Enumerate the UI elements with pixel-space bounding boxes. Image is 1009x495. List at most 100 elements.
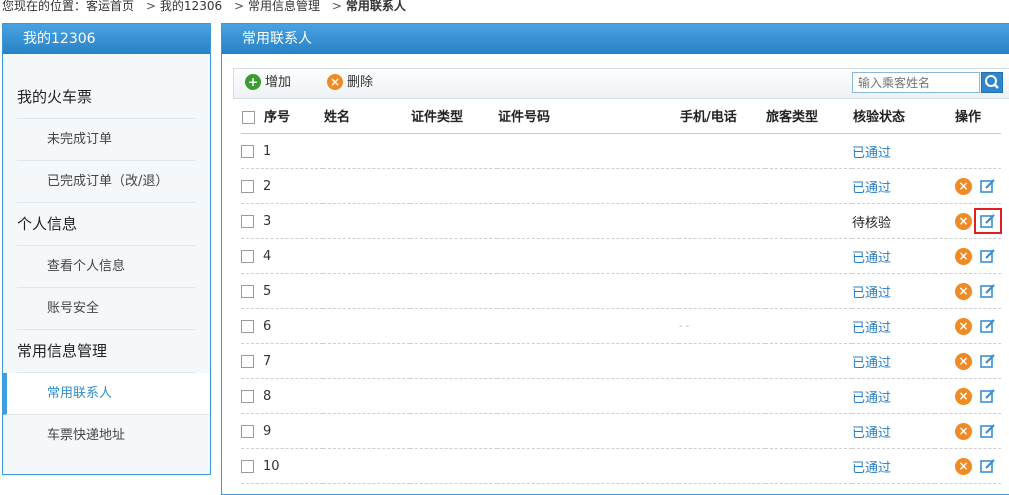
search-button[interactable] [981, 72, 1003, 93]
cell-verify-status[interactable]: 已通过 [852, 238, 935, 274]
table-row: 4 已通过 × [241, 238, 1001, 274]
edit-icon[interactable] [980, 318, 996, 334]
edit-icon[interactable] [980, 388, 996, 404]
cell-name [323, 308, 410, 344]
cell-index: 10 [241, 448, 323, 484]
edit-icon[interactable] [980, 178, 996, 194]
cell-id-type [410, 273, 497, 309]
col-index-label: 序号 [264, 109, 291, 125]
row-checkbox[interactable] [241, 354, 254, 368]
cell-phone [679, 378, 765, 414]
cell-id-number [497, 273, 679, 309]
cell-verify-status[interactable]: 已通过 [852, 413, 935, 449]
delete-row-icon[interactable]: × [955, 282, 972, 300]
sidebar-section-personal-info[interactable]: 个人信息 [17, 203, 196, 246]
sidebar-section-common-info[interactable]: 常用信息管理 [17, 330, 196, 373]
delete-row-icon[interactable]: × [955, 177, 972, 195]
col-verify-status: 核验状态 [852, 97, 935, 134]
sidebar-item-delivery-address[interactable]: 车票快递地址 [17, 415, 196, 456]
row-checkbox[interactable] [241, 214, 254, 228]
cell-index: 1 [241, 133, 323, 169]
cell-id-type [410, 448, 497, 484]
edit-icon[interactable] [980, 423, 996, 439]
row-checkbox[interactable] [241, 459, 254, 473]
row-checkbox[interactable] [241, 284, 254, 298]
cell-verify-status[interactable]: 已通过 [852, 448, 935, 484]
breadcrumb-link-home[interactable]: 客运首页 [86, 0, 134, 13]
table-row: 6 - - 已通过 × [241, 308, 1001, 344]
cell-index: 3 [241, 203, 323, 239]
cell-actions: × [935, 238, 1001, 274]
breadcrumb-link-my12306[interactable]: 我的12306 [160, 0, 222, 13]
sidebar-item-finished-orders[interactable]: 已完成订单（改/退） [17, 161, 196, 203]
cell-passenger-type [765, 273, 852, 309]
edit-icon[interactable] [980, 353, 996, 369]
cell-id-type [410, 168, 497, 204]
cell-verify-status[interactable]: 已通过 [852, 273, 935, 309]
cell-verify-status[interactable]: 已通过 [852, 133, 935, 169]
row-index: 2 [263, 178, 272, 194]
row-index: 5 [263, 283, 272, 299]
cell-id-number [497, 343, 679, 379]
col-index: 序号 [241, 97, 323, 134]
row-checkbox[interactable] [241, 389, 254, 403]
cell-verify-status[interactable]: 已通过 [852, 308, 935, 344]
cell-name [323, 343, 410, 379]
delete-row-icon[interactable]: × [955, 317, 972, 335]
select-all-checkbox[interactable] [242, 110, 255, 124]
cell-id-number [497, 203, 679, 239]
sidebar: 我的12306 我的火车票 未完成订单 已完成订单（改/退） 个人信息 查看个人… [2, 23, 211, 475]
delete-row-icon[interactable]: × [955, 422, 972, 440]
cell-index: 7 [241, 343, 323, 379]
add-button[interactable]: + 增加 [245, 74, 291, 92]
search-input[interactable] [852, 72, 980, 93]
sidebar-item-account-security[interactable]: 账号安全 [17, 288, 196, 330]
delete-row-icon[interactable]: × [955, 352, 972, 370]
breadcrumb-link-info-mgmt[interactable]: 常用信息管理 [248, 0, 320, 13]
col-id-type: 证件类型 [410, 97, 497, 134]
search-icon [985, 75, 999, 89]
edit-icon[interactable] [980, 283, 996, 299]
table-row: 1 已通过 [241, 133, 1001, 169]
row-checkbox[interactable] [241, 249, 254, 263]
delete-row-icon[interactable]: × [955, 247, 972, 265]
add-button-label: 增加 [265, 75, 292, 90]
sidebar-section-tickets[interactable]: 我的火车票 [17, 76, 196, 119]
delete-row-icon[interactable]: × [955, 387, 972, 405]
delete-row-icon[interactable]: × [955, 212, 972, 230]
cell-name [323, 203, 410, 239]
cell-passenger-type [765, 448, 852, 484]
edit-icon[interactable] [980, 248, 996, 264]
edit-icon[interactable] [980, 213, 996, 229]
cell-name [323, 273, 410, 309]
cell-verify-status[interactable]: 已通过 [852, 378, 935, 414]
cell-id-type [410, 308, 497, 344]
cell-phone: - - [679, 308, 765, 344]
cell-passenger-type [765, 343, 852, 379]
toolbar: + 增加 × 删除 [233, 68, 1009, 99]
cell-id-type [410, 238, 497, 274]
cell-passenger-type [765, 203, 852, 239]
row-checkbox[interactable] [241, 319, 254, 333]
cell-phone [679, 168, 765, 204]
sidebar-item-unfinished-orders[interactable]: 未完成订单 [17, 119, 196, 161]
cell-passenger-type [765, 133, 852, 169]
cell-verify-status[interactable]: 已通过 [852, 343, 935, 379]
sidebar-item-contacts[interactable]: 常用联系人 [3, 373, 210, 415]
cell-name [323, 378, 410, 414]
edit-highlight-box [974, 208, 1002, 234]
row-checkbox[interactable] [241, 144, 254, 158]
delete-row-icon[interactable]: × [955, 457, 972, 475]
cell-verify-status[interactable]: 已通过 [852, 168, 935, 204]
sidebar-item-view-personal-info[interactable]: 查看个人信息 [17, 246, 196, 288]
table-row: 8 已通过 × [241, 378, 1001, 414]
edit-icon[interactable] [980, 458, 996, 474]
row-index: 6 [263, 318, 272, 334]
main-panel: 常用联系人 + 增加 × 删除 序号 姓名 证件类型 证件号 [221, 23, 1009, 495]
delete-button[interactable]: × 删除 [327, 74, 373, 92]
row-checkbox[interactable] [241, 424, 254, 438]
cell-actions: × [935, 273, 1001, 309]
row-checkbox[interactable] [241, 179, 254, 193]
row-index: 3 [263, 213, 272, 229]
sidebar-title[interactable]: 我的12306 [3, 24, 210, 54]
